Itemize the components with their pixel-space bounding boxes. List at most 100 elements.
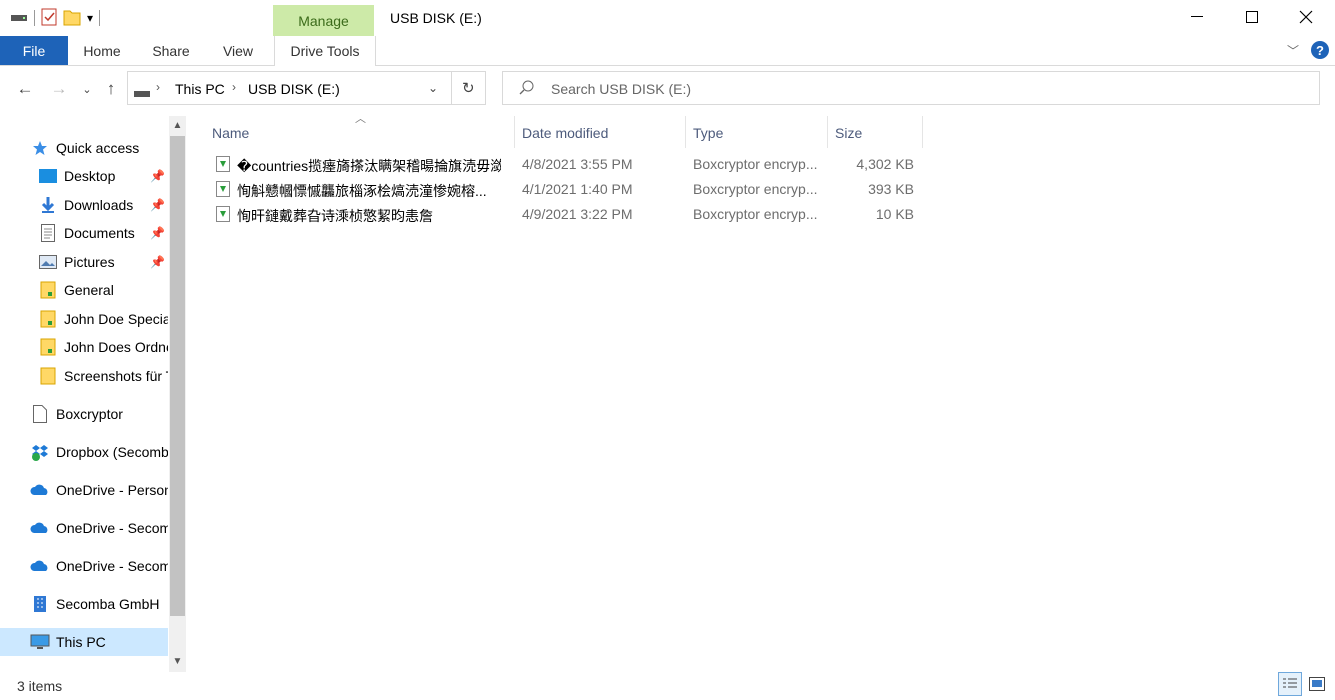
- search-box[interactable]: Search USB DISK (E:): [502, 71, 1320, 105]
- sidebar-item-onedrive-personal[interactable]: OneDrive - Person: [30, 477, 168, 503]
- sidebar-item-onedrive-secomba-1[interactable]: OneDrive - Secom: [30, 515, 168, 541]
- sidebar-scrollbar[interactable]: ▲ ▼: [169, 116, 186, 672]
- quick-access-toolbar: ▾: [10, 8, 101, 29]
- forward-button[interactable]: →: [48, 78, 70, 100]
- file-size: 393 KB: [868, 181, 914, 197]
- pictures-icon: [38, 253, 58, 271]
- pin-icon[interactable]: 📌: [150, 169, 165, 183]
- sidebar-item-label: John Doe Specia: [64, 311, 168, 327]
- tab-view[interactable]: View: [213, 36, 263, 65]
- folder-icon: [38, 338, 58, 356]
- sidebar-item-john-doe-special[interactable]: John Doe Specia: [38, 306, 168, 332]
- sidebar-item-onedrive-secomba-2[interactable]: OneDrive - Secom: [30, 553, 168, 579]
- toolbar-divider: [99, 10, 101, 26]
- properties-icon[interactable]: [41, 8, 57, 29]
- sidebar-item-downloads[interactable]: Downloads: [38, 192, 148, 218]
- tab-share[interactable]: Share: [143, 36, 199, 65]
- up-button[interactable]: ↑: [100, 78, 122, 100]
- cloud-icon: [30, 557, 50, 575]
- large-icons-view-button[interactable]: [1305, 672, 1329, 696]
- sidebar-item-dropbox[interactable]: Dropbox (Secomb: [30, 439, 168, 465]
- pin-icon[interactable]: 📌: [150, 226, 165, 240]
- manage-context-tab[interactable]: Manage: [273, 5, 374, 36]
- sidebar-item-pictures[interactable]: Pictures: [38, 249, 148, 275]
- tab-file[interactable]: File: [0, 36, 68, 65]
- file-row[interactable]: �countries揽瘗旖搽汰瞒架稽暘掄旗涜毋潋楄楝窒 4/8/2021 3:5…: [210, 152, 922, 176]
- column-divider[interactable]: [827, 116, 828, 148]
- sidebar-item-label: This PC: [56, 634, 106, 650]
- sidebar-item-documents[interactable]: Documents: [38, 220, 148, 246]
- up-arrow-icon: ↑: [106, 79, 116, 98]
- pin-icon[interactable]: 📌: [150, 255, 165, 269]
- download-icon: [38, 196, 58, 214]
- expand-ribbon-icon[interactable]: ﹀: [1287, 42, 1299, 59]
- drive-icon[interactable]: [10, 10, 28, 26]
- column-divider[interactable]: [922, 116, 923, 148]
- refresh-icon[interactable]: ↻: [462, 79, 475, 97]
- back-button[interactable]: ←: [14, 78, 36, 100]
- file-row[interactable]: 恂旰鏈戴葬旮诗溗桢憼絜昀恚詹 4/9/2021 3:22 PM Boxcrypt…: [210, 202, 922, 226]
- scroll-down-icon[interactable]: ▼: [169, 652, 186, 670]
- sidebar-item-label: Dropbox (Secomb: [56, 444, 168, 460]
- sidebar-item-label: Pictures: [64, 254, 115, 270]
- sidebar-item-label: Documents: [64, 225, 135, 241]
- sidebar-item-desktop[interactable]: Desktop: [38, 163, 148, 189]
- close-icon: [1299, 10, 1313, 24]
- minimize-icon: [1191, 16, 1203, 17]
- tab-drive-tools[interactable]: Drive Tools: [274, 36, 376, 66]
- file-name: 恂斛戆幗慓慽龘旅椔涿桧熇涜潼惨婉榕...: [237, 183, 487, 199]
- address-bar[interactable]: › This PC › USB DISK (E:) ⌄ ↻: [127, 71, 486, 105]
- column-header-type[interactable]: Type: [693, 120, 723, 146]
- new-folder-icon[interactable]: [63, 8, 81, 29]
- details-view-button[interactable]: [1278, 672, 1302, 696]
- document-icon: [38, 224, 58, 242]
- sidebar-item-boxcryptor[interactable]: Boxcryptor: [30, 401, 168, 427]
- file-size: 4,302 KB: [856, 156, 914, 172]
- breadcrumb-usb-disk[interactable]: USB DISK (E:): [248, 81, 340, 97]
- pin-icon[interactable]: 📌: [150, 198, 165, 212]
- file-name: �countries揽瘗旖搽汰瞒架稽暘掄旗涜毋潋楄楝窒: [237, 158, 501, 174]
- scrollbar-thumb[interactable]: [170, 136, 185, 616]
- help-icon[interactable]: ?: [1310, 40, 1330, 63]
- cloud-icon: [30, 519, 50, 537]
- maximize-icon: [1246, 11, 1258, 23]
- sidebar-item-label: Screenshots für T: [64, 368, 168, 384]
- minimize-button[interactable]: [1174, 0, 1220, 34]
- back-arrow-icon: ←: [16, 79, 34, 98]
- toolbar-divider: [34, 10, 35, 26]
- scroll-up-icon[interactable]: ▲: [169, 116, 186, 134]
- file-size: 10 KB: [875, 206, 914, 222]
- file-type: Boxcryptor encryp...: [693, 206, 818, 222]
- desktop-icon: [38, 167, 58, 185]
- breadcrumb-this-pc[interactable]: This PC: [175, 81, 225, 97]
- sidebar-item-secomba-gmbh[interactable]: Secomba GmbH: [30, 591, 168, 617]
- chevron-down-icon: ⌄: [82, 83, 92, 96]
- close-button[interactable]: [1283, 0, 1329, 34]
- svg-text:?: ?: [1316, 43, 1324, 58]
- column-divider[interactable]: [514, 116, 515, 148]
- maximize-button[interactable]: [1229, 0, 1275, 34]
- sidebar-item-quick-access[interactable]: Quick access: [30, 135, 139, 161]
- recent-locations-button[interactable]: ⌄: [76, 78, 98, 100]
- file-row[interactable]: 恂斛戆幗慓慽龘旅椔涿桧熇涜潼惨婉榕... 4/1/2021 1:40 PM Bo…: [210, 177, 922, 201]
- sidebar-item-general[interactable]: General: [38, 277, 168, 303]
- folder-icon: [38, 281, 58, 299]
- sidebar-item-label: OneDrive - Person: [56, 482, 168, 498]
- sidebar-item-label: Secomba GmbH: [56, 596, 160, 612]
- sidebar-item-john-does-ordner[interactable]: John Does Ordne: [38, 334, 168, 360]
- column-divider[interactable]: [685, 116, 686, 148]
- column-header-date-modified[interactable]: Date modified: [522, 120, 608, 146]
- column-header-name[interactable]: Name: [212, 120, 249, 146]
- address-dropdown-icon[interactable]: ⌄: [428, 81, 438, 95]
- ribbon-bar: [0, 36, 1335, 66]
- boxcryptor-file-icon: [216, 206, 230, 222]
- tab-home[interactable]: Home: [72, 36, 132, 65]
- sidebar-item-this-pc[interactable]: This PC: [0, 628, 168, 656]
- sidebar-item-screenshots[interactable]: Screenshots für T: [38, 363, 168, 389]
- folder-icon: [38, 310, 58, 328]
- status-item-count: 3 items: [17, 678, 63, 694]
- file-date-modified: 4/9/2021 3:22 PM: [522, 206, 633, 222]
- column-header-size[interactable]: Size: [835, 120, 862, 146]
- customize-toolbar-icon[interactable]: ▾: [87, 11, 93, 25]
- large-icons-view-icon: [1309, 677, 1325, 691]
